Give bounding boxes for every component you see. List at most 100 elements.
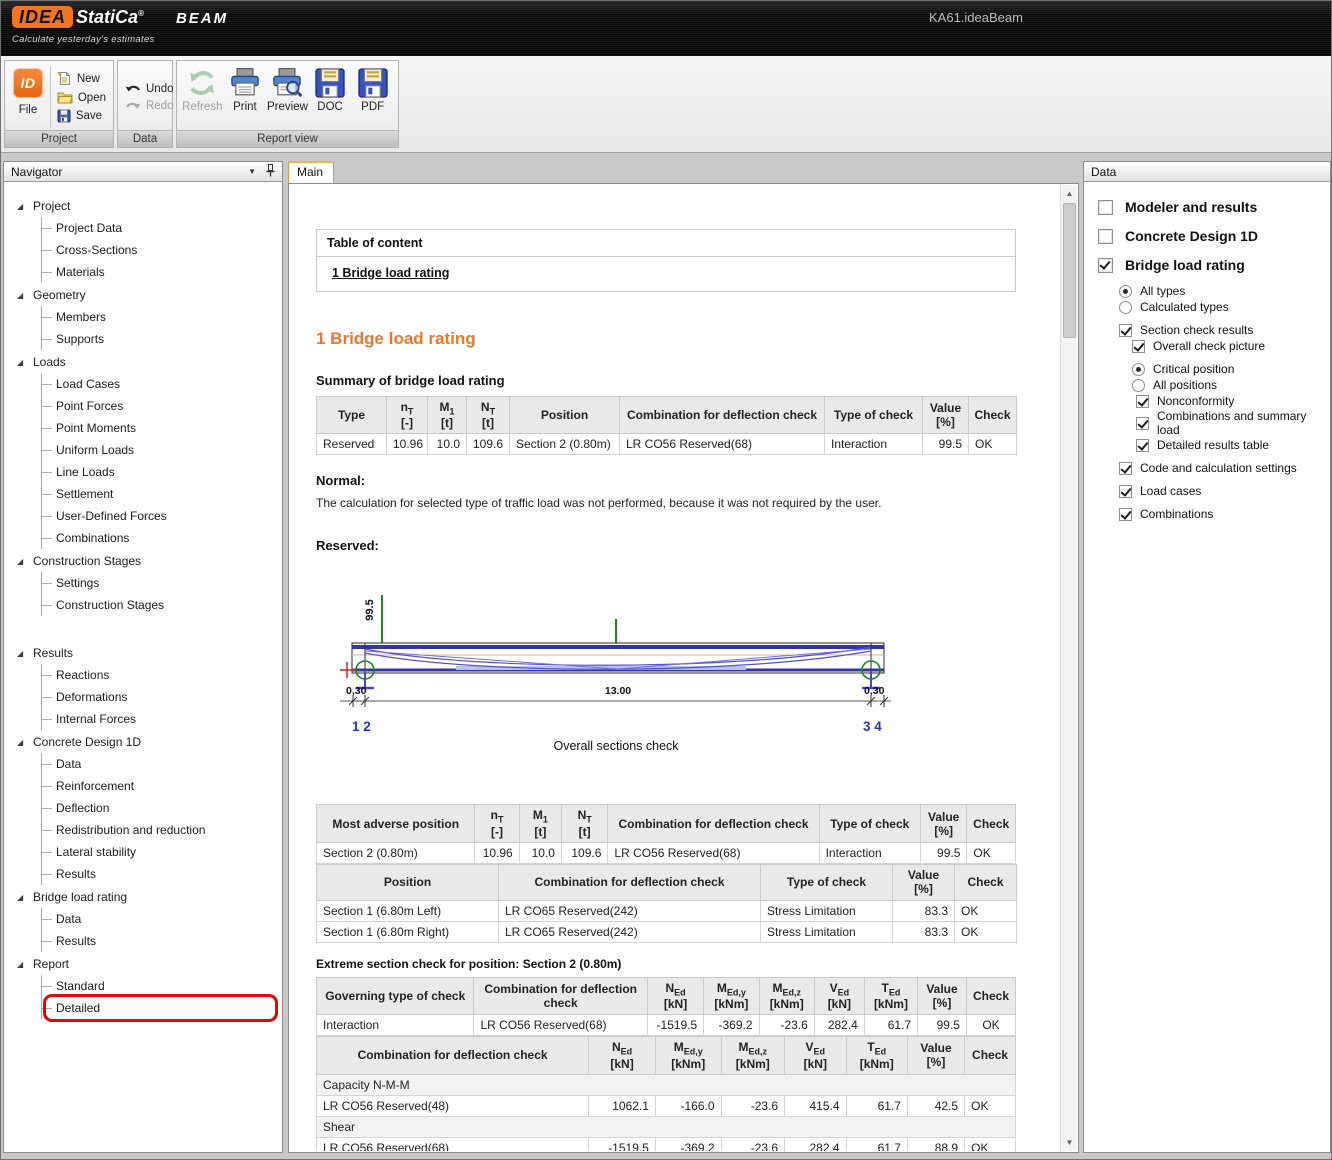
tagline: Calculate yesterday's estimates (12, 34, 228, 45)
vertical-scrollbar[interactable]: ▲ ▼ (1060, 185, 1077, 1151)
preview-button[interactable]: Preview (266, 64, 309, 130)
checkbox-overall-check-picture[interactable]: Overall check picture (1098, 338, 1326, 354)
table-cell: Interaction (317, 1015, 474, 1036)
checkbox-combinations[interactable]: Combinations (1098, 506, 1326, 522)
navigator-item-reactions[interactable]: Reactions (42, 664, 282, 686)
export-pdf-button[interactable]: PDF (351, 64, 394, 130)
column-header: Value[%] (918, 977, 967, 1014)
navigator-item-combinations[interactable]: Combinations (42, 527, 282, 549)
navigator-tree: ◢ProjectProject DataCross-SectionsMateri… (4, 182, 282, 1019)
navigator-group-construction-stages[interactable]: ◢Construction Stages (4, 550, 282, 572)
navigator-item-project-data[interactable]: Project Data (42, 217, 282, 239)
summary-section-title: Summary of bridge load rating (316, 373, 1016, 388)
navigator-item-construction-stages[interactable]: Construction Stages (42, 594, 282, 616)
navigator-item-materials[interactable]: Materials (42, 261, 282, 283)
table-cell: Reserved (317, 434, 387, 455)
expander-icon[interactable]: ◢ (17, 893, 33, 902)
navigator-group-geometry[interactable]: ◢Geometry (4, 284, 282, 306)
navigator-group-loads[interactable]: ◢Loads (4, 351, 282, 373)
checkbox-code-and-calculation-settings[interactable]: Code and calculation settings (1098, 460, 1326, 476)
navigator-item-user-defined-forces[interactable]: User-Defined Forces (42, 505, 282, 527)
navigator-item-settlement[interactable]: Settlement (42, 483, 282, 505)
new-button[interactable]: New (54, 70, 109, 87)
navigator-item-cross-sections[interactable]: Cross-Sections (42, 239, 282, 261)
table-cell: LR CO56 Reserved(68) (474, 1015, 647, 1036)
navigator-item-reinforcement[interactable]: Reinforcement (42, 775, 282, 797)
checkbox-section-check-results[interactable]: Section check results (1098, 322, 1326, 338)
table-cell: Stress Limitation (761, 921, 893, 942)
navigator-item-detailed[interactable]: Detailed (42, 997, 282, 1019)
checkbox-modeler-and-results[interactable]: Modeler and results (1098, 196, 1326, 218)
radio-calculated-types[interactable]: Calculated types (1098, 299, 1326, 315)
expander-icon[interactable]: ◢ (17, 960, 33, 969)
navigator-pin-icon[interactable] (266, 164, 275, 179)
navigator-item-data[interactable]: Data (42, 908, 282, 930)
expander-icon[interactable]: ◢ (17, 557, 33, 566)
checkbox-checked-icon (1119, 485, 1132, 498)
navigator-item-members[interactable]: Members (42, 306, 282, 328)
navigator-group-results[interactable]: ◢Results (4, 642, 282, 664)
expander-icon[interactable]: ◢ (17, 649, 33, 658)
radio-critical-position[interactable]: Critical position (1098, 361, 1326, 377)
column-header: Type of check (825, 397, 923, 434)
navigator-item-data[interactable]: Data (42, 753, 282, 775)
expander-icon[interactable]: ◢ (17, 291, 33, 300)
navigator-item-deformations[interactable]: Deformations (42, 686, 282, 708)
scroll-up-button[interactable]: ▲ (1061, 185, 1078, 202)
checkbox-concrete-design-1d[interactable]: Concrete Design 1D (1098, 225, 1326, 247)
navigator-item-deflection[interactable]: Deflection (42, 797, 282, 819)
navigator-item-uniform-loads[interactable]: Uniform Loads (42, 439, 282, 461)
new-document-icon (57, 71, 72, 86)
checkbox-bridge-load-rating[interactable]: Bridge load rating (1098, 254, 1326, 276)
navigator-item-lateral-stability[interactable]: Lateral stability (42, 841, 282, 863)
navigator-item-internal-forces[interactable]: Internal Forces (42, 708, 282, 730)
navigator-item-standard[interactable]: Standard (42, 975, 282, 997)
radio-all-positions[interactable]: All positions (1098, 377, 1326, 393)
scrollbar-thumb[interactable] (1063, 203, 1076, 338)
checkbox-combinations-and-summary-load[interactable]: Combinations and summary load (1098, 409, 1326, 437)
toc-link-bridge-load-rating[interactable]: 1 Bridge load rating (332, 266, 449, 280)
redo-button[interactable]: Redo (122, 99, 177, 113)
undo-button[interactable]: Undo (122, 82, 177, 96)
table-cell: Stress Limitation (761, 900, 893, 921)
export-doc-button[interactable]: DOC (309, 64, 352, 130)
checkbox-nonconformity[interactable]: Nonconformity (1098, 393, 1326, 409)
navigator-item-results[interactable]: Results (42, 863, 282, 885)
navigator-item-point-forces[interactable]: Point Forces (42, 395, 282, 417)
table-cell: 282.4 (785, 1137, 846, 1151)
table-cell: OK (969, 434, 1017, 455)
navigator-item-load-cases[interactable]: Load Cases (42, 373, 282, 395)
save-button[interactable]: Save (54, 108, 109, 124)
navigator-item-label: Deformations (56, 690, 127, 704)
navigator-item-supports[interactable]: Supports (42, 328, 282, 350)
checkbox-detailed-results-table[interactable]: Detailed results table (1098, 437, 1326, 453)
navigator-dropdown-icon[interactable]: ▼ (248, 167, 256, 176)
expander-icon[interactable]: ◢ (17, 738, 33, 747)
navigator-group-report[interactable]: ◢Report (4, 953, 282, 975)
column-header: Type of check (819, 805, 920, 842)
navigator-item-line-loads[interactable]: Line Loads (42, 461, 282, 483)
option-label: Critical position (1153, 362, 1234, 376)
separator (50, 66, 51, 128)
navigator-item-point-moments[interactable]: Point Moments (42, 417, 282, 439)
expander-icon[interactable]: ◢ (17, 202, 33, 211)
table-cell: OK (966, 1015, 1015, 1036)
navigator-item-settings[interactable]: Settings (42, 572, 282, 594)
checkbox-load-cases[interactable]: Load cases (1098, 483, 1326, 499)
scroll-down-button[interactable]: ▼ (1061, 1134, 1078, 1151)
navigator-item-label: Results (56, 867, 96, 881)
navigator-item-redistribution-and-reduction[interactable]: Redistribution and reduction (42, 819, 282, 841)
navigator-group-project[interactable]: ◢Project (4, 195, 282, 217)
file-button[interactable]: ID File (9, 64, 47, 130)
navigator-item-results[interactable]: Results (42, 930, 282, 952)
navigator-group-bridge-load-rating[interactable]: ◢Bridge load rating (4, 886, 282, 908)
report-view: Main Table of content 1 Bridge load rati… (288, 161, 1079, 1153)
open-button[interactable]: Open (54, 90, 109, 105)
table-cell: Interaction (819, 842, 920, 863)
expander-icon[interactable]: ◢ (17, 358, 33, 367)
navigator-group-concrete-design-1d[interactable]: ◢Concrete Design 1D (4, 731, 282, 753)
radio-all-types[interactable]: All types (1098, 283, 1326, 299)
tab-main[interactable]: Main (288, 161, 334, 183)
refresh-button[interactable]: Refresh (181, 64, 224, 130)
print-button[interactable]: Print (224, 64, 267, 130)
